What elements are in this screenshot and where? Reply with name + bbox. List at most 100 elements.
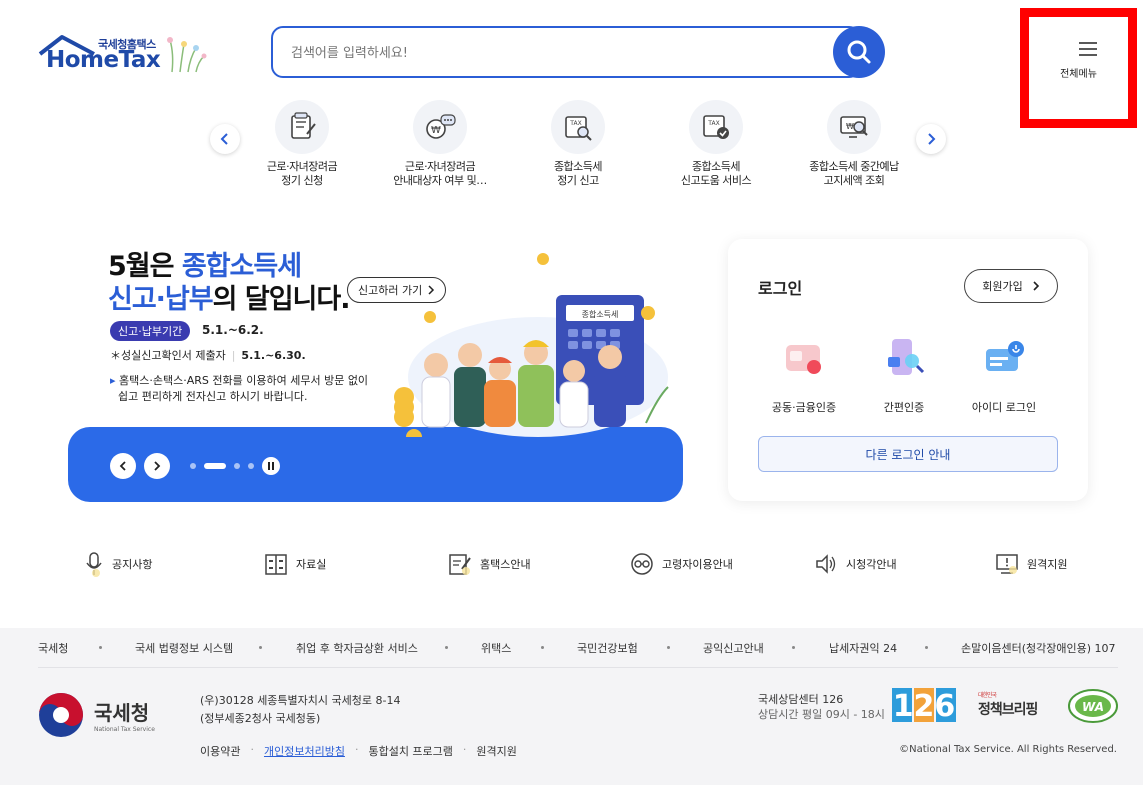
taxpayers-illustration: 종합소득세 [394,253,669,437]
svg-text:TAX: TAX [569,120,581,127]
install-program-link[interactable]: 통합설치 프로그램 [368,743,452,759]
footer-bottom-links: 이용약관 · 개인정보처리방침 · 통합설치 프로그램 · 원격지원 [200,743,517,759]
search-input[interactable] [291,42,811,64]
document-pen-icon [275,100,329,154]
banner-prev-button[interactable] [110,453,136,479]
login-panel: 로그인 회원가입 공동·금융인증 간편인증 아이디 로그인 다른 로그인 안내 [728,239,1088,501]
shortcut-senior-guide[interactable]: 고령자이용안내 [630,550,733,578]
search-icon [847,40,871,64]
footer-separator [99,646,102,649]
footer-link[interactable]: 국민건강보험 [577,640,638,656]
quick-item[interactable]: 근로·자녀장려금 정기 신청 [237,100,367,188]
signup-button[interactable]: 회원가입 [964,269,1058,303]
footer-separator [667,646,670,649]
quick-item-label: 근로·자녀장려금 [266,160,338,173]
search-box [271,26,861,78]
phone-auth-icon [888,339,925,375]
certificate-icon [786,345,821,374]
shortcut-label: 공지사항 [112,558,153,571]
quick-item-label: 근로·자녀장려금 [404,160,476,173]
other-login-button[interactable]: 다른 로그인 안내 [758,436,1058,472]
quick-item-label: 안내대상자 여부 및… [393,174,487,187]
shortcut-label: 원격지원 [1027,558,1068,571]
svg-text:₩: ₩ [846,122,854,131]
footer-divider [38,667,1118,668]
quick-item-label: 종합소득세 [691,160,741,173]
simple-auth-option[interactable]: 간편인증 [854,335,954,415]
quick-item[interactable]: TAX 종합소득세 신고도움 서비스 [651,100,781,188]
speaker-icon [816,554,836,574]
taegeuk-logo-icon [39,693,83,737]
cabinet-icon [265,554,287,575]
shortcut-label: 홈택스안내 [480,558,531,571]
quick-item[interactable]: ₩ 근로·자녀장려금 안내대상자 여부 및… [375,100,505,188]
footer-link[interactable]: 납세자권익 24 [829,640,897,656]
certificate-login-option[interactable]: 공동·금융인증 [754,335,854,415]
shortcut-remote-support[interactable]: 원격지원 [995,550,1067,578]
footer-links: 국세청 국세 법령정보 시스템 취업 후 학자금상환 서비스 위택스 국민건강보… [0,628,1143,666]
quick-menu: 근로·자녀장려금 정기 신청 ₩ 근로·자녀장려금 안내대상자 여부 및… TAX … [210,100,950,200]
quick-item[interactable]: TAX 종합소득세 정기 신고 [513,100,643,188]
quick-item-label: 종합소득세 중간예납 [809,160,899,173]
hometax-logo[interactable]: 국세청홈택스 HomeTax [36,32,211,76]
main-banner: 5월은 종합소득세 신고·납부의 달입니다. 신고하러 가기 신고·납부기간 5… [68,237,683,502]
header: 국세청홈택스 HomeTax 전체메뉴 [0,0,1143,128]
footer-link[interactable]: 위택스 [481,640,511,656]
slide-indicator[interactable] [190,463,196,469]
policy-briefing-logo[interactable]: 대한민국 정책브리핑 [978,690,1038,719]
period-date: 5.1.~6.2. [202,323,264,337]
footer-separator [541,646,544,649]
footer-link[interactable]: 국세 법령정보 시스템 [135,640,233,656]
footer-separator [259,646,262,649]
call-126-logo[interactable]: 126 [892,688,956,722]
footer-separator [925,646,928,649]
signup-label: 회원가입 [982,280,1023,293]
chevron-right-icon [928,133,936,145]
pause-icon [268,462,274,470]
flower-deco-icon [167,37,207,73]
slide-indicator[interactable] [234,463,240,469]
banner-next-button[interactable] [144,453,170,479]
search-bar [271,26,885,78]
chevron-left-icon [220,133,228,145]
full-menu-button[interactable]: 전체메뉴 [1020,8,1137,128]
confirmation-note: ＊성실신고확인서 제출자 | 5.1.~6.30. [110,349,306,362]
pause-button[interactable] [262,457,280,475]
quick-item-label: 정기 신청 [281,174,323,187]
slide-indicator-active[interactable] [204,463,226,469]
quick-next-button[interactable] [916,124,946,154]
wa-certification-logo[interactable]: WA [1067,688,1119,724]
full-menu-label: 전체메뉴 [1060,69,1097,80]
footer-link[interactable]: 취업 후 학자금상환 서비스 [296,640,418,656]
id-login-label: 아이디 로그인 [971,401,1037,414]
notepad-icon [449,554,471,575]
shortcut-notice[interactable]: 공지사항 [84,550,152,578]
address: (우)30128 세종특별자치시 국세청로 8-14 (정부세종2청사 국세청동… [200,694,401,725]
footer-separator [792,646,795,649]
privacy-link[interactable]: 개인정보처리방침 [264,743,345,759]
search-button[interactable] [833,26,885,78]
svg-text:₩: ₩ [431,125,441,136]
tax-search-icon: TAX [551,100,605,154]
quick-item[interactable]: ₩ 종합소득세 중간예납 고지세액 조회 [789,100,919,188]
slide-indicator[interactable] [248,463,254,469]
remote-support-link[interactable]: 원격지원 [476,743,516,759]
id-login-icon [986,341,1024,371]
footer-link[interactable]: 공익신고안내 [703,640,764,656]
login-title: 로그인 [758,279,803,298]
quick-item-label: 고지세액 조회 [823,174,885,187]
nts-logo[interactable]: 국세청 National Tax Service [38,692,155,738]
shortcut-library[interactable]: 자료실 [264,550,326,578]
quick-prev-button[interactable] [210,124,240,154]
glasses-icon [631,553,653,575]
shortcut-audiovisual-guide[interactable]: 시청각안내 [814,550,897,578]
footer: 국세청 국세 법령정보 시스템 취업 후 학자금상환 서비스 위택스 국민건강보… [0,628,1143,785]
id-login-option[interactable]: 아이디 로그인 [954,335,1054,415]
terms-link[interactable]: 이용약관 [200,743,240,759]
quick-item-label: 종합소득세 [553,160,603,173]
shortcut-hometax-guide[interactable]: 홈택스안내 [448,550,531,578]
svg-text:TAX: TAX [707,120,719,127]
shortcut-bar: 공지사항 자료실 홈택스안내 고령자이용안내 시청각안내 원격지원 [0,540,1143,590]
footer-link[interactable]: 국세청 [38,640,68,656]
footer-link[interactable]: 손말이음센터(청각장애인용) 107 [961,640,1116,656]
